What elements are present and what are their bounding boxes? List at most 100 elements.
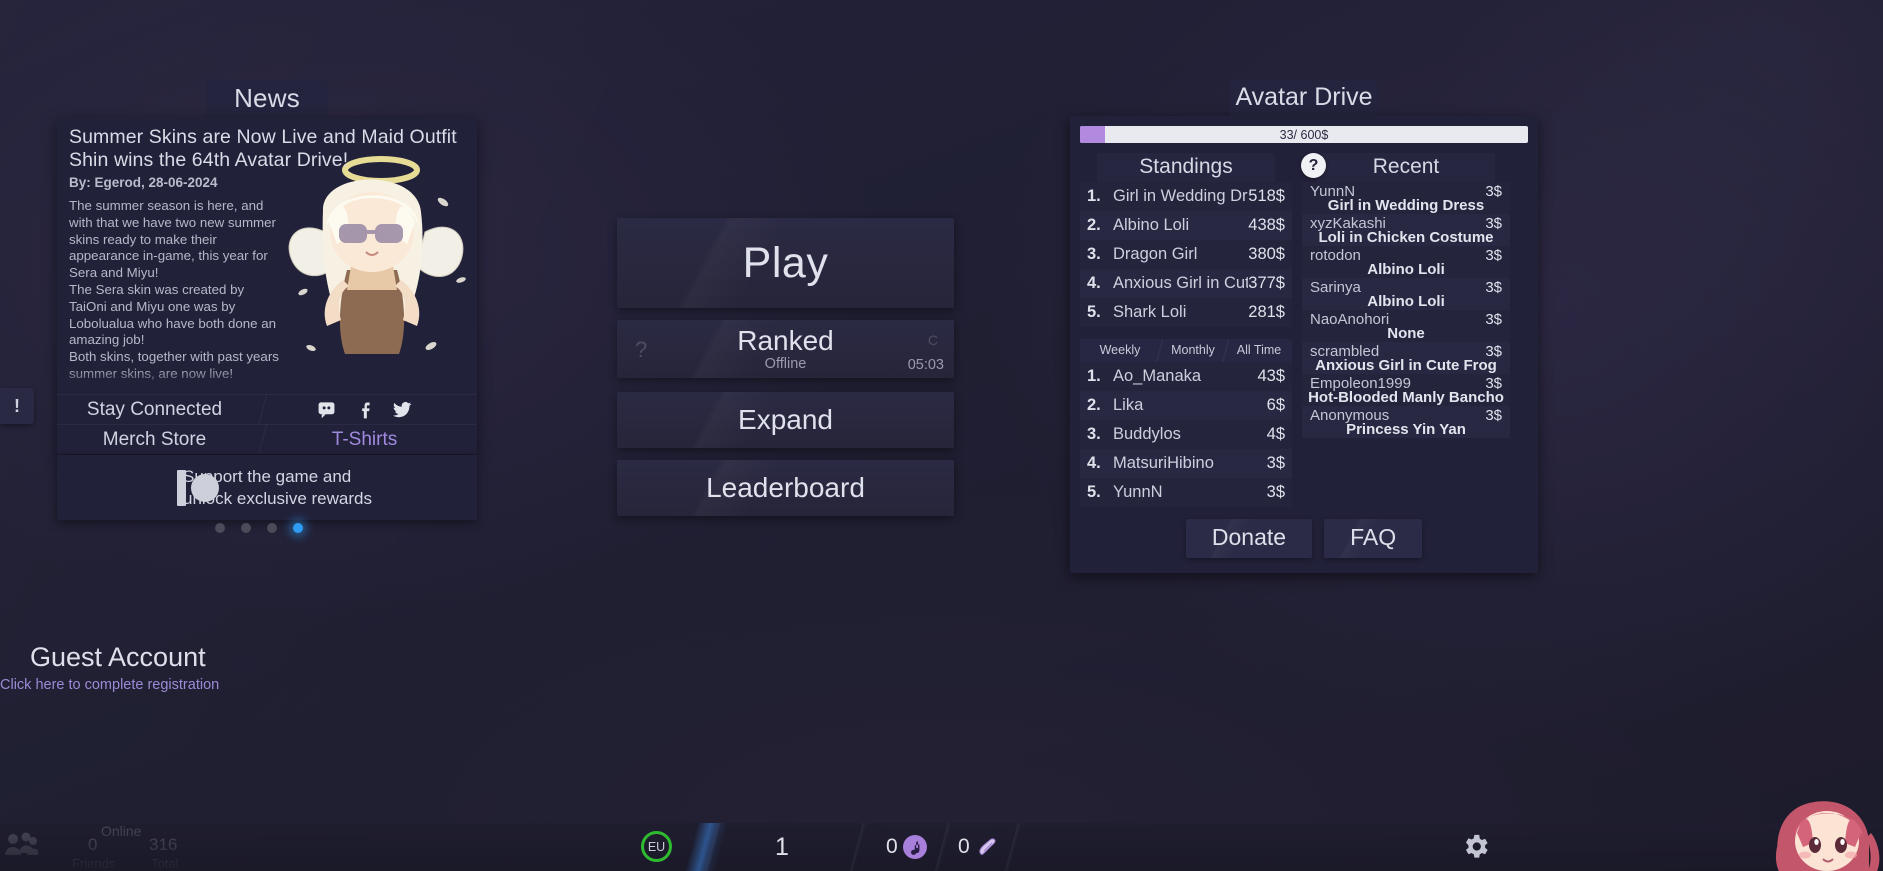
main-menu-buttons: Play ? C Ranked Offline 05:03 Expand Lea… [617, 218, 954, 528]
tshirts-link[interactable]: T-Shirts [332, 429, 397, 451]
merch-links: T-Shirts [252, 429, 477, 451]
rank-value: 4$ [1266, 425, 1285, 443]
tab-weekly[interactable]: Weekly [1080, 339, 1160, 362]
social-links [252, 399, 477, 421]
expand-button[interactable]: Expand [617, 392, 954, 448]
list-item[interactable]: xyzKakashi 3$ Loli in Chicken Costume [1302, 214, 1510, 246]
scroll-ticket-icon [975, 835, 999, 859]
button-sheen [617, 218, 954, 308]
avatar-drive-panel: Avatar Drive 33/ 600$ ? Standings 1. Gir… [1070, 80, 1538, 573]
standings-column: Standings 1. Girl in Wedding Dr 518$ 2. … [1080, 153, 1292, 507]
ranked-help-icon[interactable]: ? [635, 337, 647, 363]
carousel-dot-4[interactable] [293, 523, 303, 533]
patreon-logo-icon [177, 469, 219, 506]
rank-value: 3$ [1266, 483, 1285, 501]
table-row[interactable]: 4. MatsuriHibino 3$ [1080, 449, 1292, 478]
button-sheen [617, 460, 954, 516]
rank-value: 438$ [1248, 216, 1285, 234]
merch-store-row: Merch Store T-Shirts [57, 424, 477, 454]
currency-tickets-value: 0 [958, 835, 970, 858]
facebook-icon[interactable] [354, 399, 376, 421]
table-row[interactable]: 2. Lika 6$ [1080, 391, 1292, 420]
recent-item-name: Princess Yin Yan [1346, 421, 1466, 438]
leaderboard-button[interactable]: Leaderboard [617, 460, 954, 516]
table-row[interactable]: 3. Buddylos 4$ [1080, 420, 1292, 449]
list-item[interactable]: scrambled 3$ Anxious Girl in Cute Frog C… [1302, 342, 1510, 390]
player-level: 1 [775, 833, 789, 861]
recent-column: Recent YunnN 3$ Girl in Wedding Dress xy… [1302, 153, 1510, 507]
donors-list: 1. Ao_Manaka 43$ 2. Lika 6$ 3. Buddylos … [1080, 362, 1292, 507]
currency-coins-value: 0 [886, 835, 898, 858]
recent-header: Recent [1317, 153, 1495, 182]
rank-value: 281$ [1248, 303, 1285, 321]
list-item[interactable]: Sarinya 3$ Albino Loli [1302, 278, 1510, 310]
list-item[interactable]: Empoleon1999 3$ Hot-Blooded Manly Bancho [1302, 374, 1510, 406]
rank-value: 518$ [1248, 187, 1285, 205]
table-row[interactable]: 3. Dragon Girl 380$ [1080, 240, 1292, 269]
list-item[interactable]: Anonymous 3$ Princess Yin Yan [1302, 406, 1510, 438]
settings-gear-icon[interactable] [1460, 831, 1491, 867]
currency-tickets[interactable]: 0 [958, 835, 999, 859]
recent-item-name: Albino Loli [1367, 261, 1445, 278]
table-row[interactable]: 1. Girl in Wedding Dr 518$ [1080, 182, 1292, 211]
donate-button[interactable]: Donate [1185, 519, 1313, 558]
rank-number: 1. [1087, 367, 1101, 385]
rank-value: 377$ [1248, 274, 1285, 292]
news-tab-header: News [206, 80, 328, 118]
rank-number: 5. [1087, 483, 1101, 501]
news-panel: News Summer Skins are Now Live and Maid … [57, 80, 477, 454]
news-carousel-dots [215, 523, 303, 533]
currency-coins[interactable]: 0 [886, 835, 927, 859]
bottom-status-bar: EU 1 0 0 [0, 823, 1883, 871]
button-sheen [1324, 519, 1423, 558]
ranked-timer: 05:03 [907, 357, 944, 373]
notification-tab[interactable]: ! [0, 388, 34, 424]
rank-name: Buddylos [1113, 425, 1181, 443]
table-row[interactable]: 4. Anxious Girl in Cut 377$ [1080, 269, 1292, 298]
carousel-dot-2[interactable] [241, 523, 251, 533]
news-card[interactable]: Summer Skins are Now Live and Maid Outfi… [57, 118, 477, 454]
rank-value: 3$ [1266, 454, 1285, 472]
carousel-dot-1[interactable] [215, 523, 225, 533]
music-note-coin-icon [902, 835, 927, 859]
patreon-support-banner[interactable]: Support the game and unlock exclusive re… [57, 455, 477, 520]
avatar-drive-actions: Donate FAQ [1080, 519, 1528, 558]
list-item[interactable]: YunnN 3$ Girl in Wedding Dress [1302, 182, 1510, 214]
tab-monthly[interactable]: Monthly [1153, 339, 1226, 362]
tab-all-time[interactable]: All Time [1219, 339, 1292, 362]
rank-name: Ao_Manaka [1113, 367, 1202, 385]
news-body: Summer Skins are Now Live and Maid Outfi… [57, 118, 477, 394]
table-row[interactable]: 5. Shark Loli 281$ [1080, 298, 1292, 327]
rank-number: 3. [1087, 425, 1101, 443]
list-item[interactable]: NaoAnohori 3$ None [1302, 310, 1510, 342]
play-button[interactable]: Play [617, 218, 954, 308]
carousel-dot-3[interactable] [267, 523, 277, 533]
table-row[interactable]: 1. Ao_Manaka 43$ [1080, 362, 1292, 391]
recent-item-name: Hot-Blooded Manly Bancho [1308, 389, 1504, 406]
recent-item-name: None [1387, 325, 1425, 342]
recent-item-name: Albino Loli [1367, 293, 1445, 310]
standings-list: 1. Girl in Wedding Dr 518$ 2. Albino Lol… [1080, 182, 1292, 327]
ranked-button[interactable]: ? C Ranked Offline 05:03 [617, 320, 954, 378]
avatar-drive-progress-bar: 33/ 600$ [1080, 126, 1528, 143]
recent-list: YunnN 3$ Girl in Wedding Dress xyzKakash… [1302, 182, 1510, 438]
list-item[interactable]: rotodon 3$ Albino Loli [1302, 246, 1510, 278]
complete-registration-link[interactable]: Click here to complete registration [0, 677, 219, 693]
rank-number: 1. [1087, 187, 1101, 205]
table-row[interactable]: 5. YunnN 3$ [1080, 478, 1292, 507]
rank-number: 2. [1087, 216, 1101, 234]
avatar-drive-help-icon[interactable]: ? [1301, 153, 1326, 178]
news-body-text: The summer season is here, and with that… [69, 198, 279, 381]
merch-store-link[interactable]: Merch Store [57, 429, 252, 451]
faq-button[interactable]: FAQ [1324, 519, 1423, 558]
discord-icon[interactable] [316, 399, 338, 421]
rank-name: Dragon Girl [1113, 245, 1198, 263]
table-row[interactable]: 2. Albino Loli 438$ [1080, 211, 1292, 240]
bar-divider-3 [930, 823, 956, 871]
server-region-badge[interactable]: EU [641, 831, 672, 862]
twitter-icon[interactable] [392, 399, 414, 421]
bar-accent-streak [676, 823, 736, 871]
rank-value: 380$ [1248, 245, 1285, 263]
row-divider-slash-2 [252, 424, 274, 454]
rank-name: Shark Loli [1113, 303, 1187, 321]
